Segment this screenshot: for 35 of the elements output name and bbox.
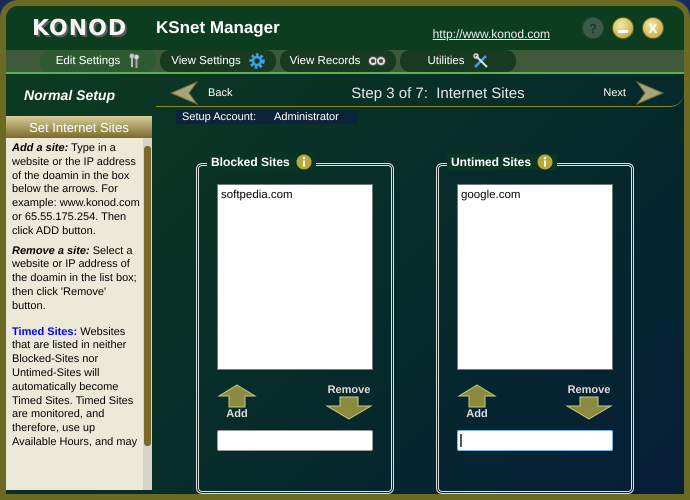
scrollbar[interactable]	[143, 138, 152, 490]
minimize-button[interactable]	[612, 17, 634, 39]
app-title: KSnet Manager	[156, 18, 280, 38]
tools-icon	[472, 53, 489, 69]
site-list[interactable]: softpedia.com	[217, 184, 373, 370]
help-paragraph: Add a site: Type in a website or the IP address of the doamin in the box below the arrows. For example: www.konod.com or 65.55.175.254. Then click ADD button.	[12, 142, 141, 239]
info-icon[interactable]	[296, 154, 312, 170]
input-field[interactable]	[457, 430, 613, 451]
left-arrow-icon	[170, 81, 198, 105]
help-paragraph: Timed Sites: Websites that are listed in neither Blocked-Sites nor Untimed-Sites will automatically become Timed Sites. Timed Sites are monitored, and therefore, use up Available Hours, and may	[12, 326, 138, 450]
input-field[interactable]	[217, 430, 373, 451]
gear-icon	[248, 53, 265, 69]
step-title: Step 3 of 7: Internet Sites	[351, 84, 525, 102]
logo: KONOD	[32, 16, 128, 40]
nav-tab[interactable]: View Records	[280, 50, 396, 72]
group-title: Untimed Sites	[451, 155, 532, 169]
back-button[interactable]: Back	[170, 81, 232, 105]
account-label: Setup Account:	[182, 111, 256, 123]
nav-tab[interactable]: View Settings	[160, 50, 276, 72]
help-paragraph: Remove a site: Select a website or IP address of the doamin in the list box; then click 'Remove' button.	[12, 244, 138, 314]
list-item[interactable]: google.com	[461, 189, 609, 201]
account-name: Administrator	[274, 111, 339, 123]
section-header: Set Internet Sites	[6, 116, 152, 138]
keys-icon	[128, 53, 140, 69]
website-link[interactable]: http://www.konod.com	[432, 27, 550, 41]
right-arrow-icon	[636, 81, 664, 105]
list-item[interactable]: softpedia.com	[221, 189, 369, 201]
binoculars-icon	[368, 55, 386, 67]
sidebar-title: Normal Setup	[23, 86, 116, 105]
next-button[interactable]: Next	[603, 81, 664, 105]
site-list[interactable]: google.com	[457, 184, 613, 370]
group-title: Blocked Sites	[211, 155, 290, 169]
info-icon[interactable]	[537, 154, 554, 170]
nav-tab[interactable]: Edit Settings	[40, 50, 156, 72]
nav-tab[interactable]: Utilities	[400, 50, 516, 72]
